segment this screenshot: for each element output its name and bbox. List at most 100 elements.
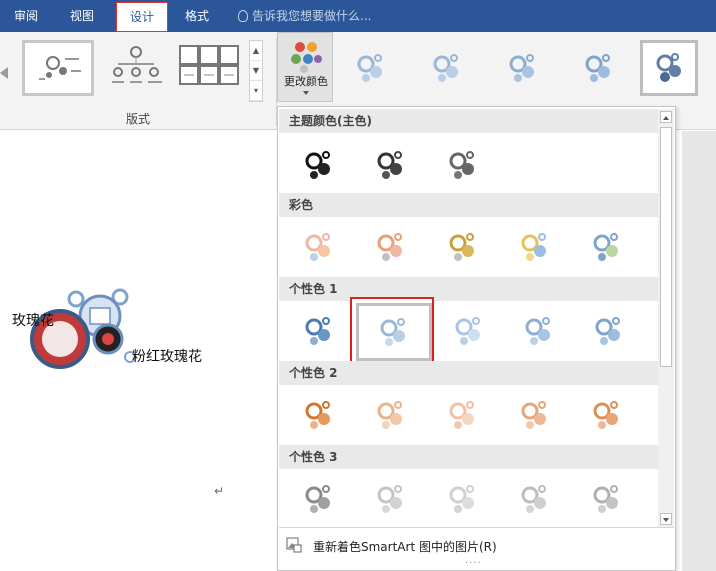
change-colors-button[interactable]: 更改颜色 xyxy=(277,32,333,102)
layout-option-1[interactable] xyxy=(22,40,94,96)
color-option-accent3-5[interactable] xyxy=(578,473,634,525)
section-colorful: 彩色 xyxy=(279,193,659,217)
scroll-up-icon[interactable]: ▲ xyxy=(250,41,262,61)
resize-grip[interactable]: ···· xyxy=(465,558,482,569)
bubble-style-icon xyxy=(357,54,382,82)
color-option-accent2-2[interactable] xyxy=(362,389,418,441)
color-option-accent2-5[interactable] xyxy=(578,389,634,441)
scroll-down-icon[interactable]: ▼ xyxy=(250,61,262,81)
recolor-pictures-text: 重新着色SmartArt 图中的图片(R) xyxy=(313,540,497,554)
bubble-color-icon xyxy=(377,233,402,261)
tab-format[interactable]: 格式 xyxy=(172,0,222,32)
style-option-2[interactable] xyxy=(418,40,476,96)
color-option-accent3-1[interactable] xyxy=(290,473,346,525)
smartart-styles-gallery xyxy=(336,32,716,102)
style-option-3[interactable] xyxy=(494,40,552,96)
color-option-accent1-3[interactable] xyxy=(440,305,496,357)
selection-frame xyxy=(356,303,432,361)
bubble-color-icon xyxy=(593,233,618,261)
section-theme-colors: 主题颜色(主色) xyxy=(279,109,659,133)
tab-view[interactable]: 视图 xyxy=(56,0,108,32)
tab-design[interactable]: 设计 xyxy=(116,2,168,32)
bubble-style-icon xyxy=(656,53,681,82)
change-colors-dropdown: 主题颜色(主色) 彩色 个性色 1 个性色 2 个性色 3 重新着色SmartA… xyxy=(277,106,676,571)
bubble-color-icon xyxy=(377,401,402,429)
color-option-accent2-4[interactable] xyxy=(506,389,562,441)
color-option-theme-3[interactable] xyxy=(434,139,490,191)
more-icon[interactable]: ▾ xyxy=(250,81,262,101)
layout-grid-icon xyxy=(179,45,239,85)
color-option-accent2-1[interactable] xyxy=(290,389,346,441)
color-option-colorful-5[interactable] xyxy=(578,221,634,273)
section-accent-1: 个性色 1 xyxy=(279,277,659,301)
bubble-color-icon xyxy=(380,318,405,346)
bubble-color-icon xyxy=(305,317,330,345)
bubble-color-icon xyxy=(595,317,620,345)
bubble-color-icon xyxy=(449,485,474,513)
bubble-color-icon xyxy=(449,401,474,429)
color-option-accent1-5[interactable] xyxy=(580,305,636,357)
bubble-color-icon xyxy=(449,233,474,261)
layout-gallery-scroll[interactable]: ▲ ▼ ▾ xyxy=(249,40,263,102)
color-option-theme-1[interactable] xyxy=(290,139,346,191)
color-option-accent1-1[interactable] xyxy=(290,305,346,357)
palette-icon xyxy=(291,42,322,73)
color-option-colorful-3[interactable] xyxy=(434,221,490,273)
color-option-colorful-1[interactable] xyxy=(290,221,346,273)
smartart-label-pink-rose[interactable]: 粉红玫瑰花 xyxy=(132,346,202,366)
recolor-picture-icon xyxy=(286,537,302,553)
bubble-color-icon xyxy=(305,401,330,429)
tab-review[interactable]: 审阅 xyxy=(4,0,48,32)
color-option-accent3-4[interactable] xyxy=(506,473,562,525)
style-option-5[interactable] xyxy=(640,40,698,96)
color-option-colorful-2[interactable] xyxy=(362,221,418,273)
scroll-up-icon[interactable] xyxy=(660,111,672,123)
smartart-label-rose[interactable]: 玫瑰花 xyxy=(12,310,54,330)
bubble-color-icon xyxy=(521,233,546,261)
tell-me-box[interactable]: 告诉我您想要做什么... xyxy=(238,0,371,32)
group-label-layouts: 版式 xyxy=(125,112,150,126)
recolor-pictures-option[interactable]: 重新着色SmartArt 图中的图片(R) ···· xyxy=(279,527,674,571)
bubble-color-icon xyxy=(455,317,480,345)
layout-bubble-icon xyxy=(39,56,81,80)
color-option-theme-2[interactable] xyxy=(362,139,418,191)
lightbulb-icon xyxy=(238,10,248,22)
color-option-accent3-2[interactable] xyxy=(362,473,418,525)
scroll-thumb[interactable] xyxy=(660,127,672,367)
bubble-style-icon xyxy=(585,54,610,82)
layout-hierarchy-icon xyxy=(112,46,162,83)
color-option-accent1-4[interactable] xyxy=(510,305,566,357)
style-option-1[interactable] xyxy=(342,40,400,96)
bubble-color-icon xyxy=(521,485,546,513)
change-colors-label: 更改颜色 xyxy=(284,75,328,88)
color-option-colorful-4[interactable] xyxy=(506,221,562,273)
bubble-color-icon xyxy=(305,233,330,261)
bubble-color-icon xyxy=(449,151,474,179)
section-accent-3: 个性色 3 xyxy=(279,445,659,469)
color-option-accent3-3[interactable] xyxy=(434,473,490,525)
bubble-color-icon xyxy=(593,485,618,513)
bubble-style-icon xyxy=(433,54,458,82)
bubble-color-icon xyxy=(377,151,402,179)
scroll-left-icon[interactable] xyxy=(0,67,8,79)
gallery-scrollbar[interactable] xyxy=(658,109,674,527)
tell-me-text: 告诉我您想要做什么... xyxy=(252,9,372,23)
right-scrollbar-area[interactable] xyxy=(682,131,716,571)
dropdown-arrow-icon xyxy=(303,91,309,95)
paragraph-mark: ↵ xyxy=(214,484,225,498)
layouts-group: ▲ ▼ ▾ 版式 xyxy=(0,32,276,130)
bubble-color-icon xyxy=(377,485,402,513)
bubble-color-icon xyxy=(521,401,546,429)
color-option-accent2-3[interactable] xyxy=(434,389,490,441)
bubble-style-icon xyxy=(509,54,534,82)
bubble-color-icon xyxy=(525,317,550,345)
layout-option-2[interactable] xyxy=(104,40,170,96)
color-option-accent1-2-selected[interactable] xyxy=(350,297,434,365)
scroll-down-icon[interactable] xyxy=(660,513,672,525)
bubble-color-icon xyxy=(305,151,330,179)
bubble-color-icon xyxy=(593,401,618,429)
layout-option-3[interactable] xyxy=(178,40,242,96)
bubble-color-icon xyxy=(305,485,330,513)
ribbon-tab-bar: 审阅 视图 设计 格式 告诉我您想要做什么... xyxy=(0,0,716,32)
style-option-4[interactable] xyxy=(570,40,628,96)
